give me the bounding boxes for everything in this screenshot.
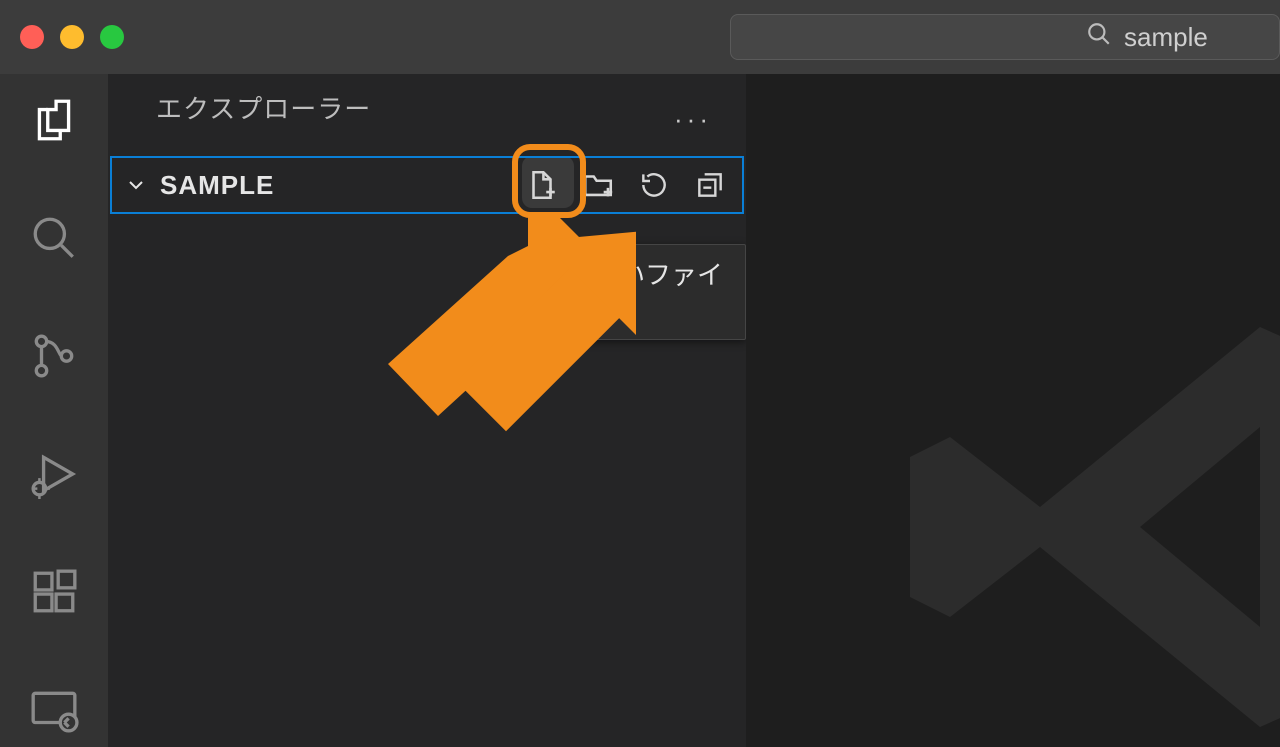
vscode-watermark-icon: [880, 267, 1280, 747]
nav-forward-button[interactable]: [676, 19, 708, 56]
new-file-button[interactable]: [522, 165, 562, 205]
workspace-folder-name: SAMPLE: [160, 170, 274, 201]
editor-area: [746, 74, 1280, 747]
new-folder-button[interactable]: [578, 165, 618, 205]
folder-actions: [522, 165, 730, 205]
search-icon: [1086, 21, 1112, 54]
window-controls: [0, 25, 124, 49]
title-bar: sample: [0, 0, 1280, 74]
search-text: sample: [1124, 22, 1208, 53]
activity-bar: [0, 74, 108, 747]
activity-run-debug[interactable]: [26, 446, 82, 502]
activity-search[interactable]: [26, 210, 82, 266]
close-window-button[interactable]: [20, 25, 44, 49]
activity-remote[interactable]: [26, 682, 82, 738]
maximize-window-button[interactable]: [100, 25, 124, 49]
refresh-button[interactable]: [634, 165, 674, 205]
workspace-folder-row[interactable]: SAMPLE: [110, 156, 744, 214]
activity-explorer[interactable]: [26, 92, 82, 148]
tooltip-text: 新しいファイル...: [567, 260, 723, 327]
activity-extensions[interactable]: [26, 564, 82, 620]
minimize-window-button[interactable]: [60, 25, 84, 49]
explorer-panel: エクスプローラー ··· SAMPLE: [108, 74, 746, 747]
command-center-search[interactable]: sample: [730, 14, 1280, 60]
collapse-all-button[interactable]: [690, 165, 730, 205]
nav-history: [612, 19, 708, 56]
explorer-header: エクスプローラー ···: [108, 74, 746, 140]
activity-source-control[interactable]: [26, 328, 82, 384]
explorer-more-button[interactable]: ···: [674, 104, 712, 135]
chevron-down-icon: [124, 173, 148, 197]
nav-back-button[interactable]: [612, 19, 644, 56]
new-file-tooltip: 新しいファイル...: [548, 244, 746, 340]
explorer-title: エクスプローラー: [156, 89, 371, 126]
